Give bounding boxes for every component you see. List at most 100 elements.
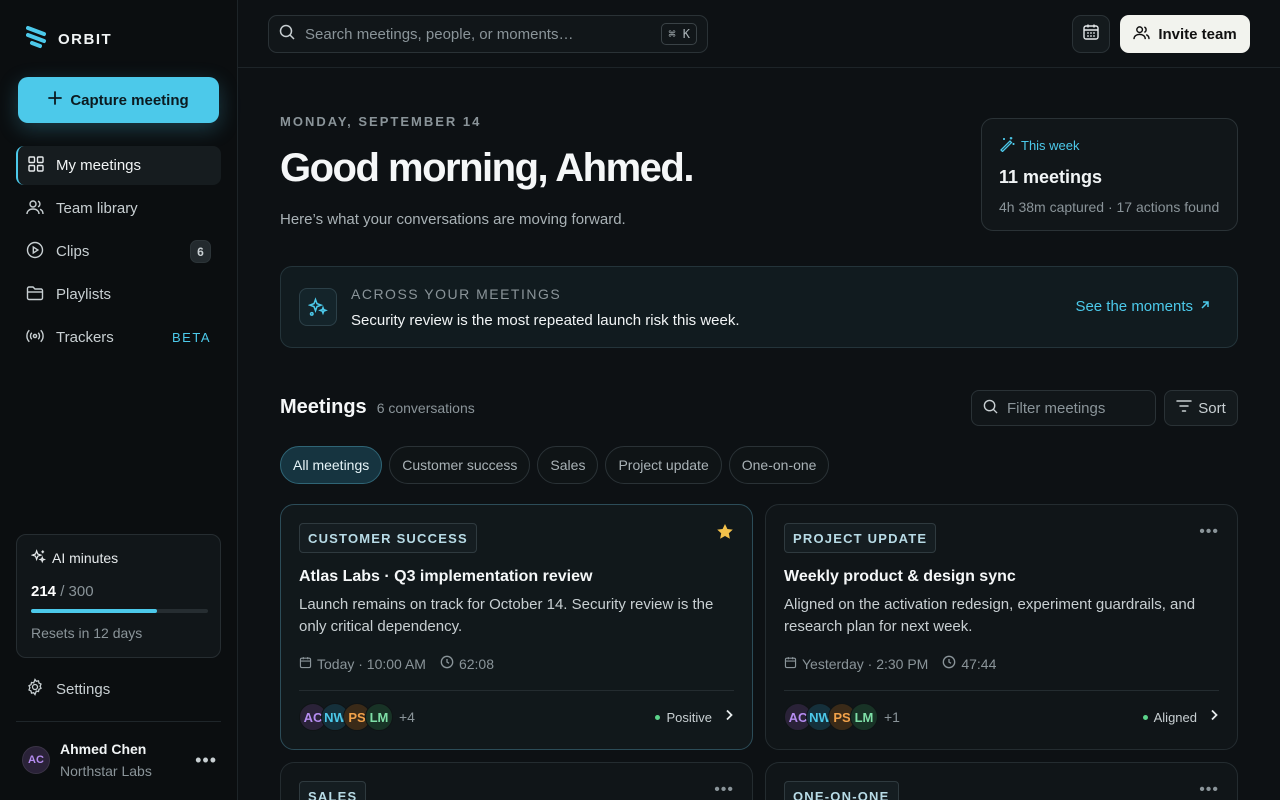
meeting-meta: Today · 10:00 AM 62:08 [299, 655, 494, 672]
ai-minutes-progress [31, 609, 208, 613]
meeting-category-tag: ONE-ON-ONE [784, 781, 899, 800]
meetings-title: Meetings [280, 396, 367, 418]
meeting-summary: Launch remains on track for October 14. … [299, 596, 714, 635]
sidebar-item-label: Team library [56, 200, 138, 217]
more-horizontal-icon[interactable]: ••• [1199, 781, 1219, 799]
week-label-row: This week [999, 136, 1220, 155]
chip-customer-success[interactable]: Customer success [389, 446, 531, 484]
search-icon [279, 24, 295, 45]
invite-team-label: Invite team [1158, 25, 1237, 43]
ai-minutes-progress-fill [31, 609, 158, 613]
meeting-duration-text: 47:44 [961, 655, 997, 672]
sentiment-status: Positive [655, 710, 712, 725]
card-divider [299, 690, 734, 691]
chevron-right-icon[interactable] [724, 708, 734, 726]
meeting-date-text: Today · 10:00 AM [317, 655, 426, 672]
chip-one-on-one[interactable]: One-on-one [728, 446, 830, 484]
chip-all-meetings[interactable]: All meetings [280, 446, 383, 484]
meeting-footer: AC NW PS LM +4 Positive [299, 703, 734, 731]
clock-icon [942, 655, 956, 672]
see-moments-label: See the moments [1075, 298, 1193, 315]
user-profile[interactable]: AC Ahmed Chen Northstar Labs ••• [22, 736, 217, 784]
clock-icon [440, 655, 454, 672]
calendar-icon [1082, 23, 1100, 46]
more-horizontal-icon[interactable]: ••• [1199, 523, 1219, 541]
ai-minutes-header: AI minutes [30, 549, 206, 567]
sidebar-item-label: Playlists [56, 286, 112, 303]
sidebar-item-settings[interactable]: Settings [26, 678, 110, 700]
sidebar-item-label: Trackers [56, 329, 114, 346]
meeting-category-tag: SALES [299, 781, 367, 800]
more-horizontal-icon[interactable]: ••• [195, 750, 217, 771]
meeting-date-text: Yesterday · 2:30 PM [802, 655, 929, 672]
meeting-category-tag: CUSTOMER SUCCESS [299, 523, 477, 553]
more-horizontal-icon[interactable]: ••• [714, 781, 734, 799]
calendar-icon [299, 656, 312, 672]
insight-banner: ACROSS YOUR MEETINGS Security review is … [280, 266, 1238, 348]
meeting-category-tag: PROJECT UPDATE [784, 523, 937, 553]
sidebar-item-team-library[interactable]: Team library [16, 189, 221, 228]
brand-name: ORBIT [58, 31, 113, 48]
play-circle-icon [26, 241, 44, 263]
search-icon [983, 399, 998, 418]
gear-icon [26, 678, 44, 700]
week-summary: 4h 38m captured · 17 actions found [999, 199, 1220, 215]
sidebar-item-trackers[interactable]: Trackers BETA [16, 318, 221, 357]
users-icon [26, 199, 44, 219]
sidebar-item-my-meetings[interactable]: My meetings [16, 146, 221, 185]
filter-meetings-input[interactable]: Filter meetings [971, 390, 1156, 426]
participant-avatars: AC NW PS LM [299, 703, 393, 731]
sidebar-item-label: Clips [56, 243, 90, 260]
more-participants: +1 [884, 709, 900, 725]
magic-wand-icon [999, 136, 1015, 155]
chevron-right-icon[interactable] [1209, 708, 1219, 726]
beta-tag: BETA [172, 330, 211, 345]
arrow-up-right-icon [1199, 298, 1211, 315]
meeting-card[interactable]: PROJECT UPDATE ••• Weekly product & desi… [765, 504, 1238, 750]
meeting-duration: 62:08 [440, 655, 494, 672]
search-input[interactable]: Search meetings, people, or moments… ⌘ K [268, 15, 708, 53]
search-placeholder: Search meetings, people, or moments… [305, 25, 574, 43]
user-name: Ahmed Chen [60, 741, 147, 757]
grid-icon [28, 155, 44, 176]
meeting-duration-text: 62:08 [458, 655, 494, 672]
brand-logo[interactable]: ORBIT [26, 25, 112, 54]
chip-sales[interactable]: Sales [537, 446, 599, 484]
invite-team-button[interactable]: Invite team [1120, 15, 1250, 53]
ai-minutes-used: 214 [31, 583, 57, 600]
week-label: This week [1021, 138, 1080, 153]
meeting-title: Weekly product & design sync [784, 568, 1016, 585]
sort-label: Sort [1198, 399, 1226, 417]
meeting-footer: AC NW PS LM +1 Aligned [784, 703, 1219, 731]
sparkles-icon [299, 288, 337, 326]
status-dot [655, 714, 661, 720]
meeting-card[interactable]: ONE-ON-ONE ••• [765, 762, 1238, 800]
meetings-count: 6 conversations [376, 400, 475, 416]
chip-project-update[interactable]: Project update [605, 446, 722, 484]
status-text: Aligned [1153, 709, 1197, 725]
ai-minutes-reset: Resets in 12 days [31, 625, 143, 641]
avatar: AC [22, 746, 50, 774]
page-title: Good morning, Ahmed. [280, 146, 694, 190]
meeting-card[interactable]: SALES ••• [280, 762, 753, 800]
meetings-header: Meetings 6 conversations [280, 396, 475, 419]
sort-button[interactable]: Sort [1164, 390, 1238, 426]
calendar-button[interactable] [1072, 15, 1110, 53]
sidebar-item-playlists[interactable]: Playlists [16, 275, 221, 314]
orbit-logo-icon [26, 25, 48, 54]
sidebar-item-clips[interactable]: Clips 6 [16, 232, 221, 271]
current-date: MONDAY, SEPTEMBER 14 [280, 114, 482, 129]
capture-meeting-button[interactable]: Capture meeting [18, 77, 219, 123]
ai-minutes-card: AI minutes 214 / 300 Resets in 12 days [16, 534, 221, 658]
meeting-date: Yesterday · 2:30 PM [784, 656, 928, 672]
star-icon[interactable] [716, 523, 734, 545]
see-moments-link[interactable]: See the moments [1075, 298, 1211, 315]
sidebar-divider [16, 721, 221, 722]
card-divider [784, 690, 1219, 691]
insight-kicker: ACROSS YOUR MEETINGS [351, 286, 562, 302]
meeting-title: Atlas Labs · Q3 implementation review [299, 568, 593, 585]
week-summary-card: This week 11 meetings 4h 38m captured · … [981, 118, 1238, 231]
alignment-status: Aligned [1142, 709, 1197, 725]
meeting-card[interactable]: CUSTOMER SUCCESS Atlas Labs · Q3 impleme… [280, 504, 753, 750]
meeting-duration: 47:44 [942, 655, 996, 672]
